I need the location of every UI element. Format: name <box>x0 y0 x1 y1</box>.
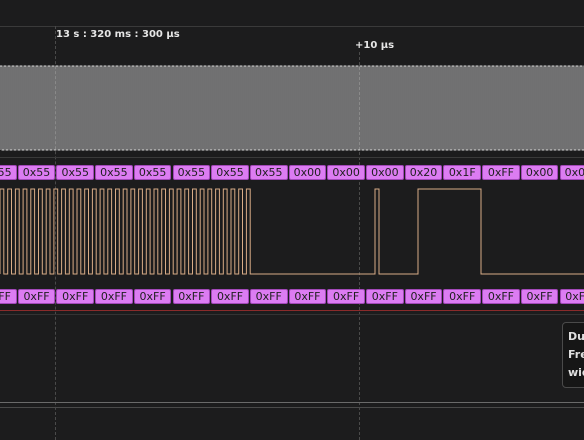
miso-byte[interactable]: 0xFF <box>327 289 365 304</box>
miso-byte[interactable]: 0xFF <box>559 289 584 304</box>
mosi-byte[interactable]: 0x55 <box>56 165 95 180</box>
tooltip-duty-label: Duty <box>568 330 584 343</box>
clock-trace <box>0 65 584 151</box>
miso-byte[interactable]: 0xFF <box>0 289 17 304</box>
miso-byte[interactable]: 0xFF <box>249 289 288 304</box>
miso-byte[interactable]: 0xFF <box>443 289 482 304</box>
mosi-byte[interactable]: 0x1F <box>443 165 482 180</box>
miso-byte[interactable]: 0xFF <box>133 289 172 304</box>
lower-separator-1 <box>0 402 584 403</box>
miso-byte[interactable]: 0xFF <box>366 289 404 304</box>
tooltip-freq-label: Freq <box>568 348 584 361</box>
measurement-tooltip: Duty Freq width <box>562 322 584 388</box>
miso-byte[interactable]: 0xFF <box>211 289 249 304</box>
channel-separator-red <box>0 310 584 311</box>
mosi-byte[interactable]: 0x00 <box>520 165 559 180</box>
miso-decode-row[interactable]: 0xFF0xFF0xFF0xFF0xFF0xFF0xFF0xFF0xFF0xFF… <box>0 289 584 304</box>
mosi-byte[interactable]: 0xFF <box>482 165 520 180</box>
miso-byte[interactable]: 0xFF <box>482 289 520 304</box>
timeline-top-border <box>0 26 584 27</box>
clock-waveform[interactable] <box>0 62 584 157</box>
mosi-byte[interactable]: 0x20 <box>404 165 443 180</box>
data-trace <box>0 188 584 275</box>
data-waveform[interactable] <box>0 184 584 279</box>
miso-byte[interactable]: 0xFF <box>17 289 56 304</box>
miso-byte[interactable]: 0xFF <box>520 289 559 304</box>
mosi-byte[interactable]: 0x00 <box>366 165 404 180</box>
miso-byte[interactable]: 0xFF <box>56 289 95 304</box>
miso-byte[interactable]: 0xFF <box>172 289 211 304</box>
miso-byte[interactable]: 0xFF <box>288 289 327 304</box>
tooltip-width-label: width <box>568 366 584 379</box>
mosi-byte[interactable]: 0x55 <box>0 165 17 180</box>
mosi-byte[interactable]: 0x55 <box>249 165 288 180</box>
mosi-decode-row[interactable]: 0x550x550x550x550x550x550x550x550x000x00… <box>0 165 584 180</box>
cursor-time-label: 13 s : 320 ms : 300 μs <box>56 29 180 40</box>
mosi-byte[interactable]: 0x55 <box>211 165 249 180</box>
channel-separator <box>0 314 584 315</box>
mosi-byte[interactable]: 0x55 <box>133 165 172 180</box>
mosi-byte[interactable]: 0x00 <box>327 165 365 180</box>
clock-row-divider <box>0 157 584 158</box>
logic-analyzer-view[interactable]: 13 s : 320 ms : 300 μs +10 μs 0x550x550x… <box>0 0 584 440</box>
lower-separator-2 <box>0 407 584 408</box>
mosi-byte[interactable]: 0x55 <box>95 165 133 180</box>
mosi-byte[interactable]: 0x00 <box>288 165 327 180</box>
miso-byte[interactable]: 0xFF <box>404 289 443 304</box>
miso-byte[interactable]: 0xFF <box>95 289 133 304</box>
mosi-byte[interactable]: 0x55 <box>172 165 211 180</box>
mosi-byte[interactable]: 0x00 <box>559 165 584 180</box>
offset-time-label: +10 μs <box>355 40 395 51</box>
mosi-byte[interactable]: 0x55 <box>17 165 56 180</box>
